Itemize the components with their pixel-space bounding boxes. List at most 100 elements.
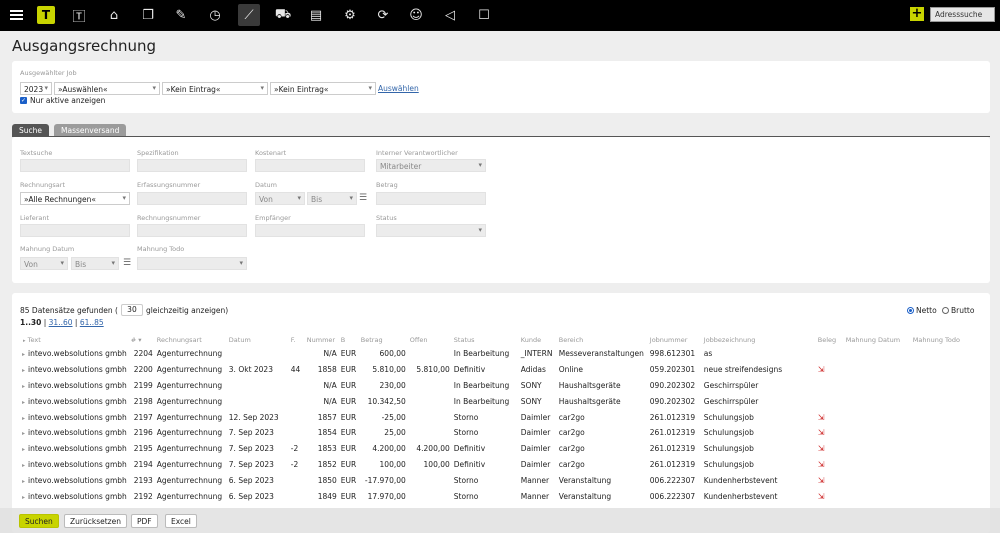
- pdf-receipt-icon[interactable]: ⇲: [818, 413, 825, 422]
- pdf-receipt-icon[interactable]: ⇲: [818, 365, 825, 374]
- chat-icon[interactable]: ☐: [473, 4, 495, 26]
- settings-icon[interactable]: ⚙: [339, 4, 361, 26]
- row-job-name[interactable]: Geschirrspüler: [702, 378, 816, 394]
- row-receipt[interactable]: ⇲: [816, 441, 844, 457]
- spec-input[interactable]: [137, 159, 247, 172]
- row-job-name[interactable]: Schulungsjob: [702, 409, 816, 425]
- row-id-link[interactable]: 2193: [129, 472, 155, 488]
- row-id-link[interactable]: 2195: [129, 441, 155, 457]
- row-job-number[interactable]: 006.222307: [648, 488, 702, 504]
- row-job-number[interactable]: 090.202302: [648, 393, 702, 409]
- table-row[interactable]: ▸ intevo.websolutions gmbh 2197 Agenturrech…: [20, 409, 971, 425]
- tasks-icon[interactable]: 🅃: [68, 4, 90, 26]
- col-b[interactable]: B: [339, 333, 359, 346]
- col-invoice-type[interactable]: Rechnungsart: [155, 333, 227, 346]
- row-job-name[interactable]: Kundenherbstevent: [702, 472, 816, 488]
- reset-button[interactable]: Zurücksetzen: [64, 514, 127, 528]
- row-job-number[interactable]: 090.202302: [648, 378, 702, 394]
- expand-icon[interactable]: ▸: [22, 478, 25, 485]
- row-receipt[interactable]: [816, 346, 844, 362]
- col-job-number[interactable]: Jobnummer: [648, 333, 702, 346]
- col-receipt[interactable]: Beleg: [816, 333, 844, 346]
- choose-job-link[interactable]: Auswählen: [378, 84, 419, 93]
- chart-icon[interactable]: ⟋: [238, 4, 260, 26]
- row-job-number[interactable]: 006.222307: [648, 472, 702, 488]
- job-select-1[interactable]: »Auswählen«: [54, 82, 160, 95]
- row-job-number[interactable]: 998.612301: [648, 346, 702, 362]
- brutto-radio[interactable]: Brutto: [942, 306, 974, 315]
- netto-radio[interactable]: Netto: [907, 306, 937, 315]
- expand-icon[interactable]: ▸: [22, 446, 25, 453]
- table-row[interactable]: ▸ intevo.websolutions gmbh 2195 Agenturrech…: [20, 441, 971, 457]
- sync-icon[interactable]: ⟳: [372, 4, 394, 26]
- col-customer[interactable]: Kunde: [519, 333, 557, 346]
- recipient-input[interactable]: [255, 224, 365, 237]
- col-date[interactable]: Datum: [227, 333, 289, 346]
- year-select[interactable]: 2023: [20, 82, 52, 95]
- row-receipt[interactable]: ⇲: [816, 425, 844, 441]
- row-id-link[interactable]: 2204: [129, 346, 155, 362]
- responsible-select[interactable]: Mitarbeiter: [376, 159, 486, 172]
- col-dunning-todo[interactable]: Mahnung Todo: [911, 333, 971, 346]
- search-button[interactable]: Suchen: [19, 514, 59, 528]
- date-from-select[interactable]: Von: [255, 192, 305, 205]
- row-job-name[interactable]: Kundenherbstevent: [702, 488, 816, 504]
- expand-icon[interactable]: ▸: [22, 430, 25, 437]
- job-select-2[interactable]: »Kein Eintrag«: [162, 82, 268, 95]
- col-id[interactable]: # ▾: [129, 333, 155, 346]
- row-job-number[interactable]: 261.012319: [648, 409, 702, 425]
- folders-icon[interactable]: ❐: [137, 4, 159, 26]
- row-job-name[interactable]: Schulungsjob: [702, 457, 816, 473]
- clock-icon[interactable]: ◷: [204, 4, 226, 26]
- menu-icon[interactable]: [5, 4, 27, 26]
- expand-icon[interactable]: ▸: [22, 415, 25, 422]
- pdf-button[interactable]: PDF: [131, 514, 158, 528]
- text-search-input[interactable]: [20, 159, 130, 172]
- add-button[interactable]: +: [910, 7, 924, 21]
- row-job-name[interactable]: Schulungsjob: [702, 441, 816, 457]
- table-row[interactable]: ▸ intevo.websolutions gmbh 2193 Agenturrech…: [20, 472, 971, 488]
- megaphone-icon[interactable]: ◁: [439, 4, 461, 26]
- row-job-number[interactable]: 261.012319: [648, 425, 702, 441]
- col-area[interactable]: Bereich: [557, 333, 648, 346]
- expand-icon[interactable]: ▸: [22, 367, 25, 374]
- pdf-receipt-icon[interactable]: ⇲: [818, 492, 825, 501]
- table-row[interactable]: ▸ intevo.websolutions gmbh 2196 Agenturrech…: [20, 425, 971, 441]
- col-open[interactable]: Offen: [408, 333, 452, 346]
- col-f[interactable]: F.: [289, 333, 305, 346]
- table-row[interactable]: ▸ intevo.websolutions gmbh 2192 Agenturrech…: [20, 488, 971, 504]
- row-id-link[interactable]: 2199: [129, 378, 155, 394]
- users-icon[interactable]: ☺: [405, 4, 427, 26]
- col-number[interactable]: Nummer: [305, 333, 339, 346]
- pdf-receipt-icon[interactable]: ⇲: [818, 460, 825, 469]
- capture-number-input[interactable]: [137, 192, 247, 205]
- row-receipt[interactable]: [816, 378, 844, 394]
- row-receipt[interactable]: ⇲: [816, 472, 844, 488]
- list-icon[interactable]: ☰: [359, 193, 367, 203]
- row-id-link[interactable]: 2200: [129, 362, 155, 378]
- dunning-from-select[interactable]: Von: [20, 257, 68, 270]
- row-receipt[interactable]: ⇲: [816, 457, 844, 473]
- expand-icon[interactable]: ▸: [22, 351, 25, 358]
- table-row[interactable]: ▸ intevo.websolutions gmbh 2204 Agenturrech…: [20, 346, 971, 362]
- excel-button[interactable]: Excel: [165, 514, 197, 528]
- expand-icon[interactable]: ▸: [22, 462, 25, 469]
- row-job-number[interactable]: 059.202301: [648, 362, 702, 378]
- expand-icon[interactable]: ▸: [22, 494, 25, 501]
- row-id-link[interactable]: 2194: [129, 457, 155, 473]
- location-icon[interactable]: ⌂: [103, 4, 125, 26]
- dunning-todo-select[interactable]: [137, 257, 247, 270]
- cost-type-input[interactable]: [255, 159, 365, 172]
- expand-icon[interactable]: ▸: [22, 399, 25, 406]
- per-page-input[interactable]: 30: [120, 304, 143, 316]
- row-receipt[interactable]: [816, 393, 844, 409]
- row-receipt[interactable]: ⇲: [816, 409, 844, 425]
- supplier-input[interactable]: [20, 224, 130, 237]
- amount-input[interactable]: [376, 192, 486, 205]
- pdf-receipt-icon[interactable]: ⇲: [818, 428, 825, 437]
- dunning-list-icon[interactable]: ☰: [123, 258, 131, 268]
- date-to-select[interactable]: Bis: [307, 192, 357, 205]
- row-id-link[interactable]: 2197: [129, 409, 155, 425]
- address-search-input[interactable]: Adresssuche: [930, 7, 995, 22]
- cart-icon[interactable]: ⛟: [272, 4, 294, 26]
